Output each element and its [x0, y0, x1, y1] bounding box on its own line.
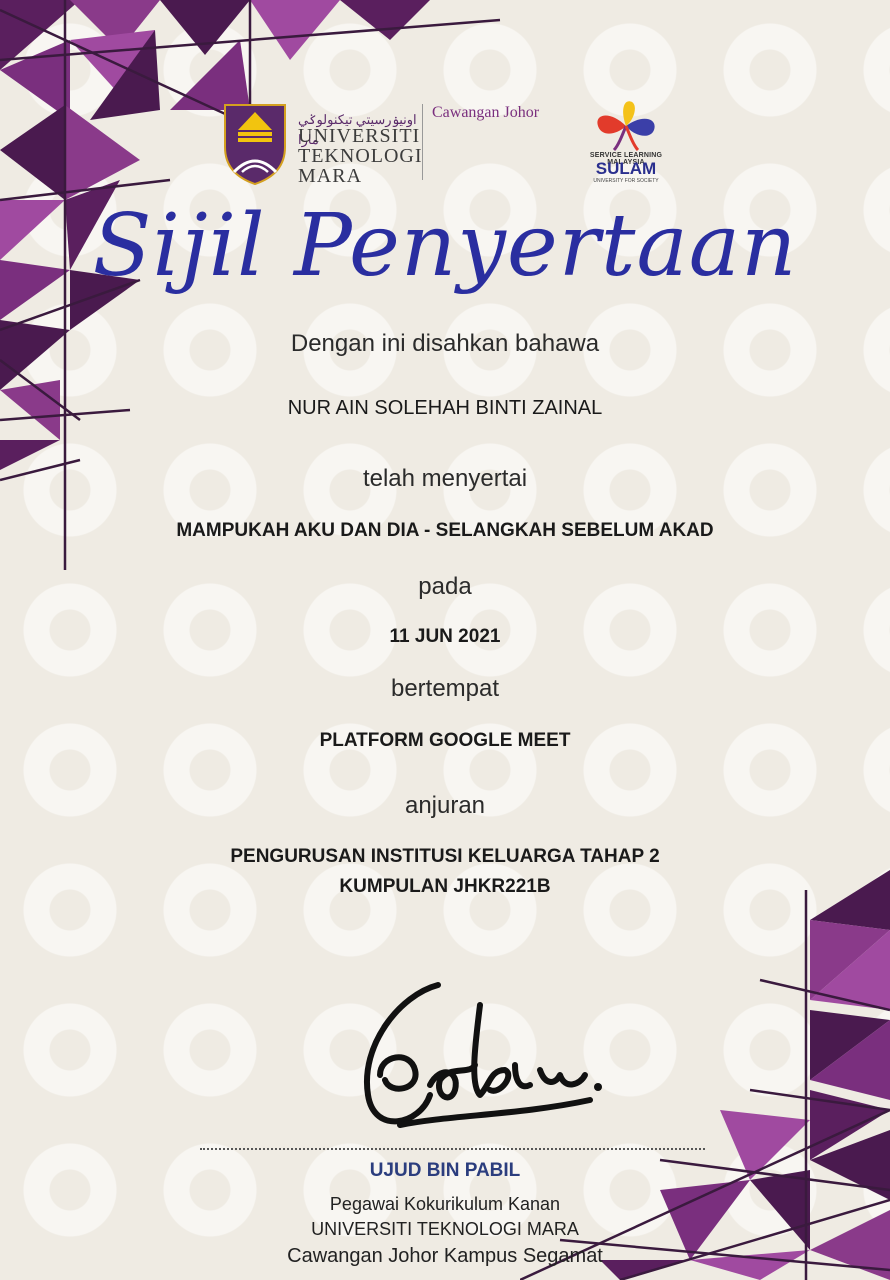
signatory-name: UJUD BIN PABIL: [369, 1160, 521, 1181]
sulam-ribbon-icon: [597, 101, 655, 152]
signatory-institution: UNIVERSITI TEKNOLOGI MARA: [311, 1219, 579, 1239]
signature-image: [363, 982, 602, 1128]
branch-label: Cawangan Johor: [432, 104, 540, 121]
on-label: pada: [418, 573, 472, 600]
sulam-subtitle: UNIVERSITY FOR SOCIETY: [593, 178, 659, 184]
joined-label: telah menyertai: [362, 465, 528, 492]
logo-divider: [422, 104, 423, 180]
uitm-logo: اونيۏرسيتي تيكنولوݢي مارا UNIVERSITI TEK…: [222, 102, 422, 186]
intro-text: Dengan ini disahkan bahawa: [290, 330, 600, 357]
signatory-position: Pegawai Kokurikulum Kanan: [329, 1194, 561, 1214]
program-name: MAMPUKAH AKU DAN DIA - SELANGKAH SEBELUM…: [176, 520, 714, 541]
event-date: 11 JUN 2021: [389, 626, 501, 647]
signature-line: [200, 1148, 705, 1150]
uitm-line-2: TEKNOLOGI: [298, 145, 423, 167]
sulam-name: SULAM: [595, 159, 657, 178]
organizer-label: anjuran: [404, 792, 486, 819]
organizer-line-1: PENGURUSAN INSTITUSI KELUARGA TAHAP 2: [230, 846, 660, 867]
organizer-line-2: KUMPULAN JHKR221B: [339, 876, 551, 897]
certificate-page: اونيۏرسيتي تيكنولوݢي مارا UNIVERSITI TEK…: [0, 0, 890, 1280]
venue: PLATFORM GOOGLE MEET: [319, 730, 571, 751]
participant-name: NUR AIN SOLEHAH BINTI ZAINAL: [287, 397, 603, 419]
uitm-line-3: MARA: [298, 165, 363, 187]
signatory-campus: Cawangan Johor Kampus Segamat: [287, 1245, 603, 1267]
uitm-line-1: UNIVERSITI: [298, 125, 421, 147]
venue-label: bertempat: [390, 675, 500, 702]
sulam-logo: SERVICE LEARNING MALAYSIA SULAM UNIVERSI…: [574, 96, 678, 192]
certificate-title: Sijil Penyertaan: [92, 196, 798, 296]
uitm-crest-icon: [224, 104, 286, 186]
